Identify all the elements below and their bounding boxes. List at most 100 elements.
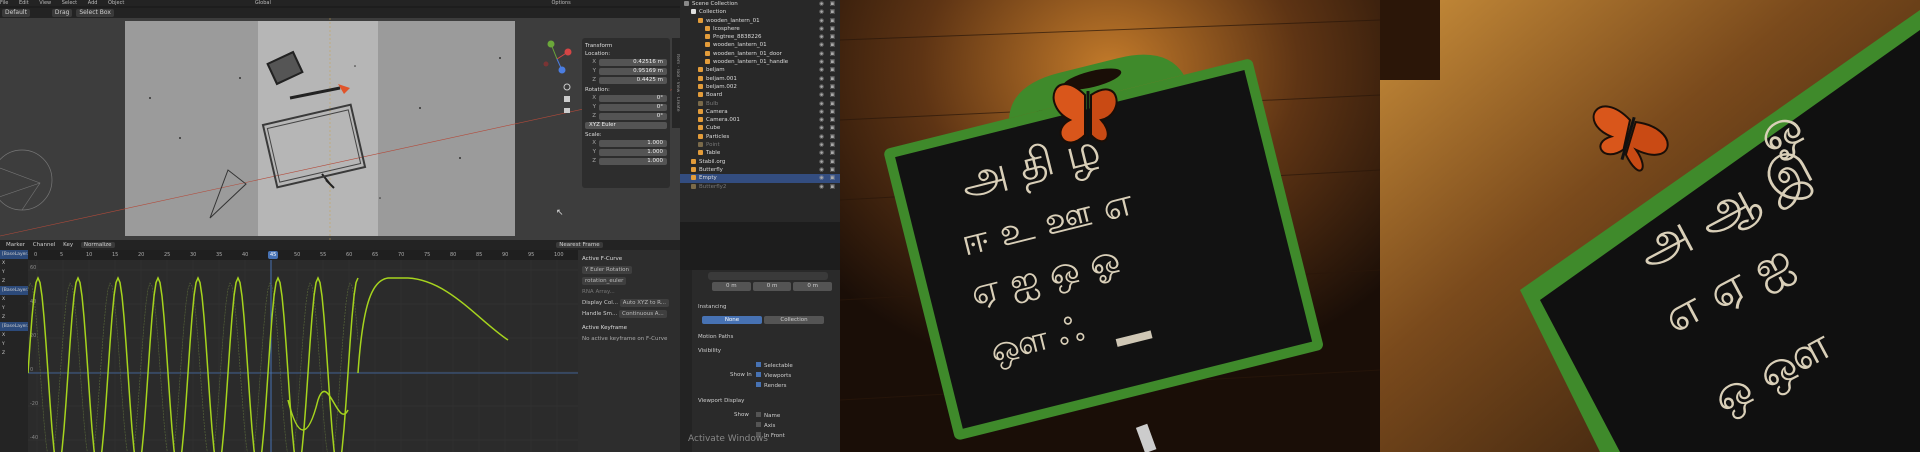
graph-area[interactable]: 60 40 20 0 -20 -40 (28, 260, 578, 452)
channel-row[interactable]: Z (0, 277, 28, 286)
outliner-row[interactable]: Particles ◉ ▣ (680, 133, 840, 141)
name-checkbox[interactable] (756, 412, 761, 417)
scale-x-field[interactable]: 1.000 (599, 140, 667, 147)
delta-z-field[interactable]: 0 m (793, 282, 833, 291)
scale-z-field[interactable]: 1.000 (599, 158, 667, 165)
view-tools[interactable] (562, 82, 572, 118)
normalize-toggle[interactable]: Normalize (80, 242, 115, 248)
rotation-mode-dropdown[interactable]: XYZ Euler (585, 122, 667, 129)
handle-smoothing-dropdown[interactable]: Continuous A... (619, 310, 667, 318)
display-color-dropdown[interactable]: Auto XYZ to R... (619, 299, 670, 307)
menu-edit[interactable]: Edit (19, 0, 29, 6)
select-box-dropdown[interactable]: Select Box (76, 9, 114, 17)
navigation-gizmo[interactable] (538, 40, 576, 78)
instancing-header[interactable]: Instancing (698, 304, 727, 310)
channel-row[interactable]: [BaseLayer.00 (0, 322, 28, 331)
outliner-row[interactable]: Point ◉ ▣ (680, 141, 840, 149)
visibility-icon[interactable]: ◉ ▣ (819, 124, 837, 132)
instancing-none-button[interactable]: None (702, 316, 762, 324)
outliner-row[interactable]: wooden_lantern_01_door ◉ ▣ (680, 50, 840, 58)
visibility-icon[interactable]: ◉ ▣ (819, 174, 837, 182)
menu-view[interactable]: View (39, 0, 51, 6)
renders-checkbox[interactable] (756, 382, 761, 387)
outliner-row[interactable]: Pngtree_8838226 ◉ ▣ (680, 33, 840, 41)
scale-y-field[interactable]: 1.000 (599, 149, 667, 156)
channel-row[interactable]: X (0, 331, 28, 340)
3d-viewport[interactable]: Transform Location: X 0.42516 m Y 0.95169 … (0, 18, 680, 240)
axis-checkbox[interactable] (756, 422, 761, 427)
channel-row[interactable]: X (0, 259, 28, 268)
visibility-icon[interactable]: ◉ ▣ (819, 17, 837, 25)
rotation-z-field[interactable]: 0° (599, 113, 667, 120)
outliner-row[interactable]: Bulb ◉ ▣ (680, 100, 840, 108)
outliner-row[interactable]: Empty ◉ ▣ (680, 174, 840, 183)
properties-search[interactable] (708, 272, 828, 280)
viewport-display-header[interactable]: Viewport Display (698, 398, 744, 404)
sidebar-tabs[interactable]: Item · Tool · View · Create (672, 38, 680, 128)
channel-row[interactable]: [BaseLayer.00 (0, 286, 28, 295)
outliner-row[interactable]: Board ◉ ▣ (680, 91, 840, 99)
delta-x-field[interactable]: 0 m (712, 282, 751, 291)
viewports-checkbox[interactable] (756, 372, 761, 377)
channel-row[interactable]: Z (0, 349, 28, 358)
visibility-icon[interactable]: ◉ ▣ (819, 158, 837, 166)
location-z-field[interactable]: 0.4425 m (599, 77, 667, 84)
outliner-row[interactable]: Cube ◉ ▣ (680, 124, 840, 132)
location-x-field[interactable]: 0.42516 m (599, 59, 667, 66)
visibility-icon[interactable]: ◉ ▣ (819, 83, 837, 91)
menu-file[interactable]: File (0, 0, 8, 6)
visibility-icon[interactable]: ◉ ▣ (819, 166, 837, 174)
frame-ruler[interactable]: 0 5 10 15 20 25 30 35 40 45 50 55 60 65 70 75 80 85 90 95 10… (28, 250, 578, 260)
visibility-icon[interactable]: ◉ ▣ (819, 50, 837, 58)
snap-dropdown[interactable]: Nearest Frame (556, 242, 603, 248)
drag-dropdown[interactable]: Drag (51, 9, 73, 17)
data-path-field[interactable]: rotation_euler (582, 277, 627, 285)
outliner-row[interactable]: Icosphere ◉ ▣ (680, 25, 840, 33)
outliner-row[interactable]: Camera.001 ◉ ▣ (680, 116, 840, 124)
channel-row[interactable]: Z (0, 313, 28, 322)
menu-add[interactable]: Add (88, 0, 98, 6)
motion-paths-header[interactable]: Motion Paths (698, 334, 733, 340)
visibility-icon[interactable]: ◉ ▣ (819, 91, 837, 99)
fcurve-channel-field[interactable]: Y Euler Rotation (582, 266, 632, 274)
fcurve-canvas[interactable]: 6040200-20-40 (28, 260, 578, 452)
visibility-icon[interactable]: ◉ ▣ (819, 33, 837, 41)
outliner-row[interactable]: wooden_lantern_01 ◉ ▣ (680, 17, 840, 25)
visibility-icon[interactable]: ◉ ▣ (819, 66, 837, 74)
outliner-row[interactable]: beljam.002 ◉ ▣ (680, 83, 840, 91)
menu-object[interactable]: Object (108, 0, 124, 6)
outliner-row[interactable]: Stabil.org ◉ ▣ (680, 158, 840, 166)
channel-row[interactable]: Y (0, 268, 28, 277)
visibility-icon[interactable]: ◉ ▣ (819, 8, 837, 16)
selectable-checkbox[interactable] (756, 362, 761, 367)
visibility-icon[interactable]: ◉ ▣ (819, 0, 837, 8)
delta-y-field[interactable]: 0 m (752, 282, 792, 291)
location-y-field[interactable]: 0.95169 m (599, 68, 667, 75)
outliner-row[interactable]: Collection ◉ ▣ (680, 8, 840, 16)
outliner-row[interactable]: Scene Collection ◉ ▣ (680, 0, 840, 8)
outliner-row[interactable]: wooden_lantern_01_handle ◉ ▣ (680, 58, 840, 66)
visibility-icon[interactable]: ◉ ▣ (819, 108, 837, 116)
menu-marker[interactable]: Marker (6, 242, 25, 248)
menu-key[interactable]: Key (63, 242, 73, 248)
instancing-collection-button[interactable]: Collection (764, 316, 824, 324)
outliner-row[interactable]: Butterfly ◉ ▣ (680, 166, 840, 174)
current-frame-indicator[interactable]: 45 (268, 251, 279, 259)
outliner-row[interactable]: Table ◉ ▣ (680, 149, 840, 157)
visibility-icon[interactable]: ◉ ▣ (819, 58, 837, 66)
properties-tab-bar[interactable] (680, 270, 692, 452)
options-dropdown[interactable]: Options (551, 0, 570, 6)
visibility-icon[interactable]: ◉ ▣ (819, 141, 837, 149)
outliner-row[interactable]: Butterfly2 ◉ ▣ (680, 183, 840, 191)
mode-dropdown[interactable]: Default (2, 9, 30, 17)
visibility-icon[interactable]: ◉ ▣ (819, 25, 837, 33)
visibility-icon[interactable]: ◉ ▣ (819, 183, 837, 191)
outliner-row[interactable]: Camera ◉ ▣ (680, 108, 840, 116)
visibility-icon[interactable]: ◉ ▣ (819, 41, 837, 49)
orientation-dropdown[interactable]: Global (255, 0, 271, 6)
rotation-x-field[interactable]: 0° (599, 95, 667, 102)
outliner-row[interactable]: beljam ◉ ▣ (680, 66, 840, 74)
visibility-header[interactable]: Visibility (698, 348, 721, 354)
outliner-row[interactable]: wooden_lantern_01 ◉ ▣ (680, 41, 840, 49)
visibility-icon[interactable]: ◉ ▣ (819, 75, 837, 83)
